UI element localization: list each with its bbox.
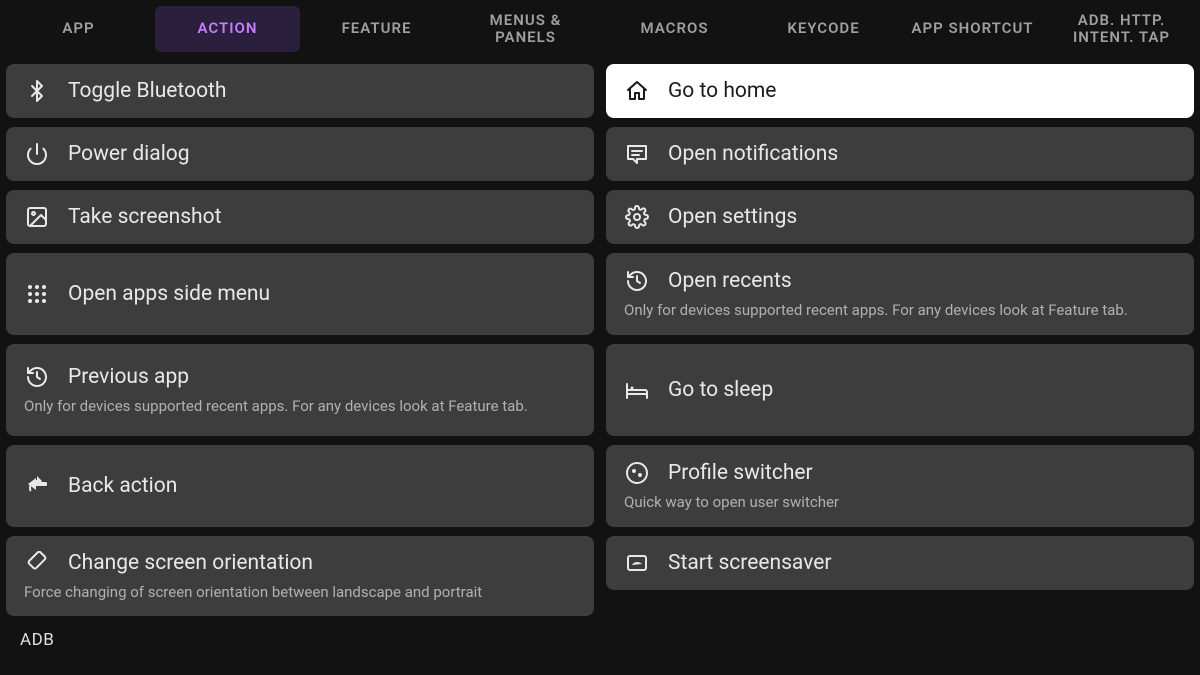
- action-label: Open apps side menu: [68, 282, 270, 306]
- action-description: Only for devices supported recent apps. …: [24, 396, 576, 416]
- action-label: Open recents: [668, 269, 792, 293]
- action-go-home[interactable]: Go to home: [606, 64, 1194, 118]
- bed-icon: [624, 377, 650, 403]
- action-label: Go to sleep: [668, 378, 773, 402]
- action-open-settings[interactable]: Open settings: [606, 190, 1194, 244]
- action-back[interactable]: Back action: [6, 445, 594, 527]
- action-description: Only for devices supported recent apps. …: [624, 300, 1176, 320]
- history-icon: [624, 268, 650, 294]
- bluetooth-icon: [24, 78, 50, 104]
- tab-macros[interactable]: MACROS: [602, 6, 747, 52]
- tab-app-shortcut[interactable]: APP SHORTCUT: [900, 6, 1045, 52]
- apps-grid-icon: [24, 281, 50, 307]
- tab-feature[interactable]: FEATURE: [304, 6, 449, 52]
- action-label: Take screenshot: [68, 205, 221, 229]
- action-description: Quick way to open user switcher: [624, 492, 1176, 512]
- action-open-apps-side-menu[interactable]: Open apps side menu: [6, 253, 594, 335]
- action-label: Go to home: [668, 79, 776, 103]
- action-open-recents[interactable]: Open recents Only for devices supported …: [606, 253, 1194, 335]
- profile-switch-icon: [624, 460, 650, 486]
- action-label: Toggle Bluetooth: [68, 79, 226, 103]
- tab-bar: APP ACTION FEATURE MENUS & PANELS MACROS…: [0, 0, 1200, 58]
- action-label: Change screen orientation: [68, 551, 313, 575]
- action-label: Open settings: [668, 205, 797, 229]
- screensaver-icon: [624, 550, 650, 576]
- action-label: Previous app: [68, 365, 189, 389]
- rotate-icon: [24, 550, 50, 576]
- action-go-to-sleep[interactable]: Go to sleep: [606, 344, 1194, 436]
- tab-adb-http-intent-tap[interactable]: ADB. HTTP. INTENT. TAP: [1049, 6, 1194, 52]
- action-start-screensaver[interactable]: Start screensaver: [606, 536, 1194, 590]
- right-column: Go to home Open notifications Open setti…: [606, 64, 1194, 616]
- action-previous-app[interactable]: Previous app Only for devices supported …: [6, 344, 594, 436]
- home-icon: [624, 78, 650, 104]
- action-label: Power dialog: [68, 142, 190, 166]
- left-column: Toggle Bluetooth Power dialog Take scree…: [6, 64, 594, 616]
- action-change-orientation[interactable]: Change screen orientation Force changing…: [6, 536, 594, 616]
- power-icon: [24, 141, 50, 167]
- message-icon: [624, 141, 650, 167]
- history-icon: [24, 364, 50, 390]
- action-open-notifications[interactable]: Open notifications: [606, 127, 1194, 181]
- action-description: Force changing of screen orientation bet…: [24, 582, 576, 602]
- tab-action[interactable]: ACTION: [155, 6, 300, 52]
- tab-menus-panels[interactable]: MENUS & PANELS: [453, 6, 598, 52]
- action-take-screenshot[interactable]: Take screenshot: [6, 190, 594, 244]
- action-label: Open notifications: [668, 142, 838, 166]
- undo-icon: [24, 473, 50, 499]
- action-power-dialog[interactable]: Power dialog: [6, 127, 594, 181]
- action-label: Profile switcher: [668, 461, 813, 485]
- tab-keycode[interactable]: KEYCODE: [751, 6, 896, 52]
- action-profile-switcher[interactable]: Profile switcher Quick way to open user …: [606, 445, 1194, 527]
- action-label: Back action: [68, 474, 177, 498]
- actions-grid: Toggle Bluetooth Power dialog Take scree…: [0, 58, 1200, 616]
- image-icon: [24, 204, 50, 230]
- action-toggle-bluetooth[interactable]: Toggle Bluetooth: [6, 64, 594, 118]
- section-adb: ADB: [0, 616, 1200, 650]
- action-label: Start screensaver: [668, 551, 832, 575]
- tab-app[interactable]: APP: [6, 6, 151, 52]
- gear-icon: [624, 204, 650, 230]
